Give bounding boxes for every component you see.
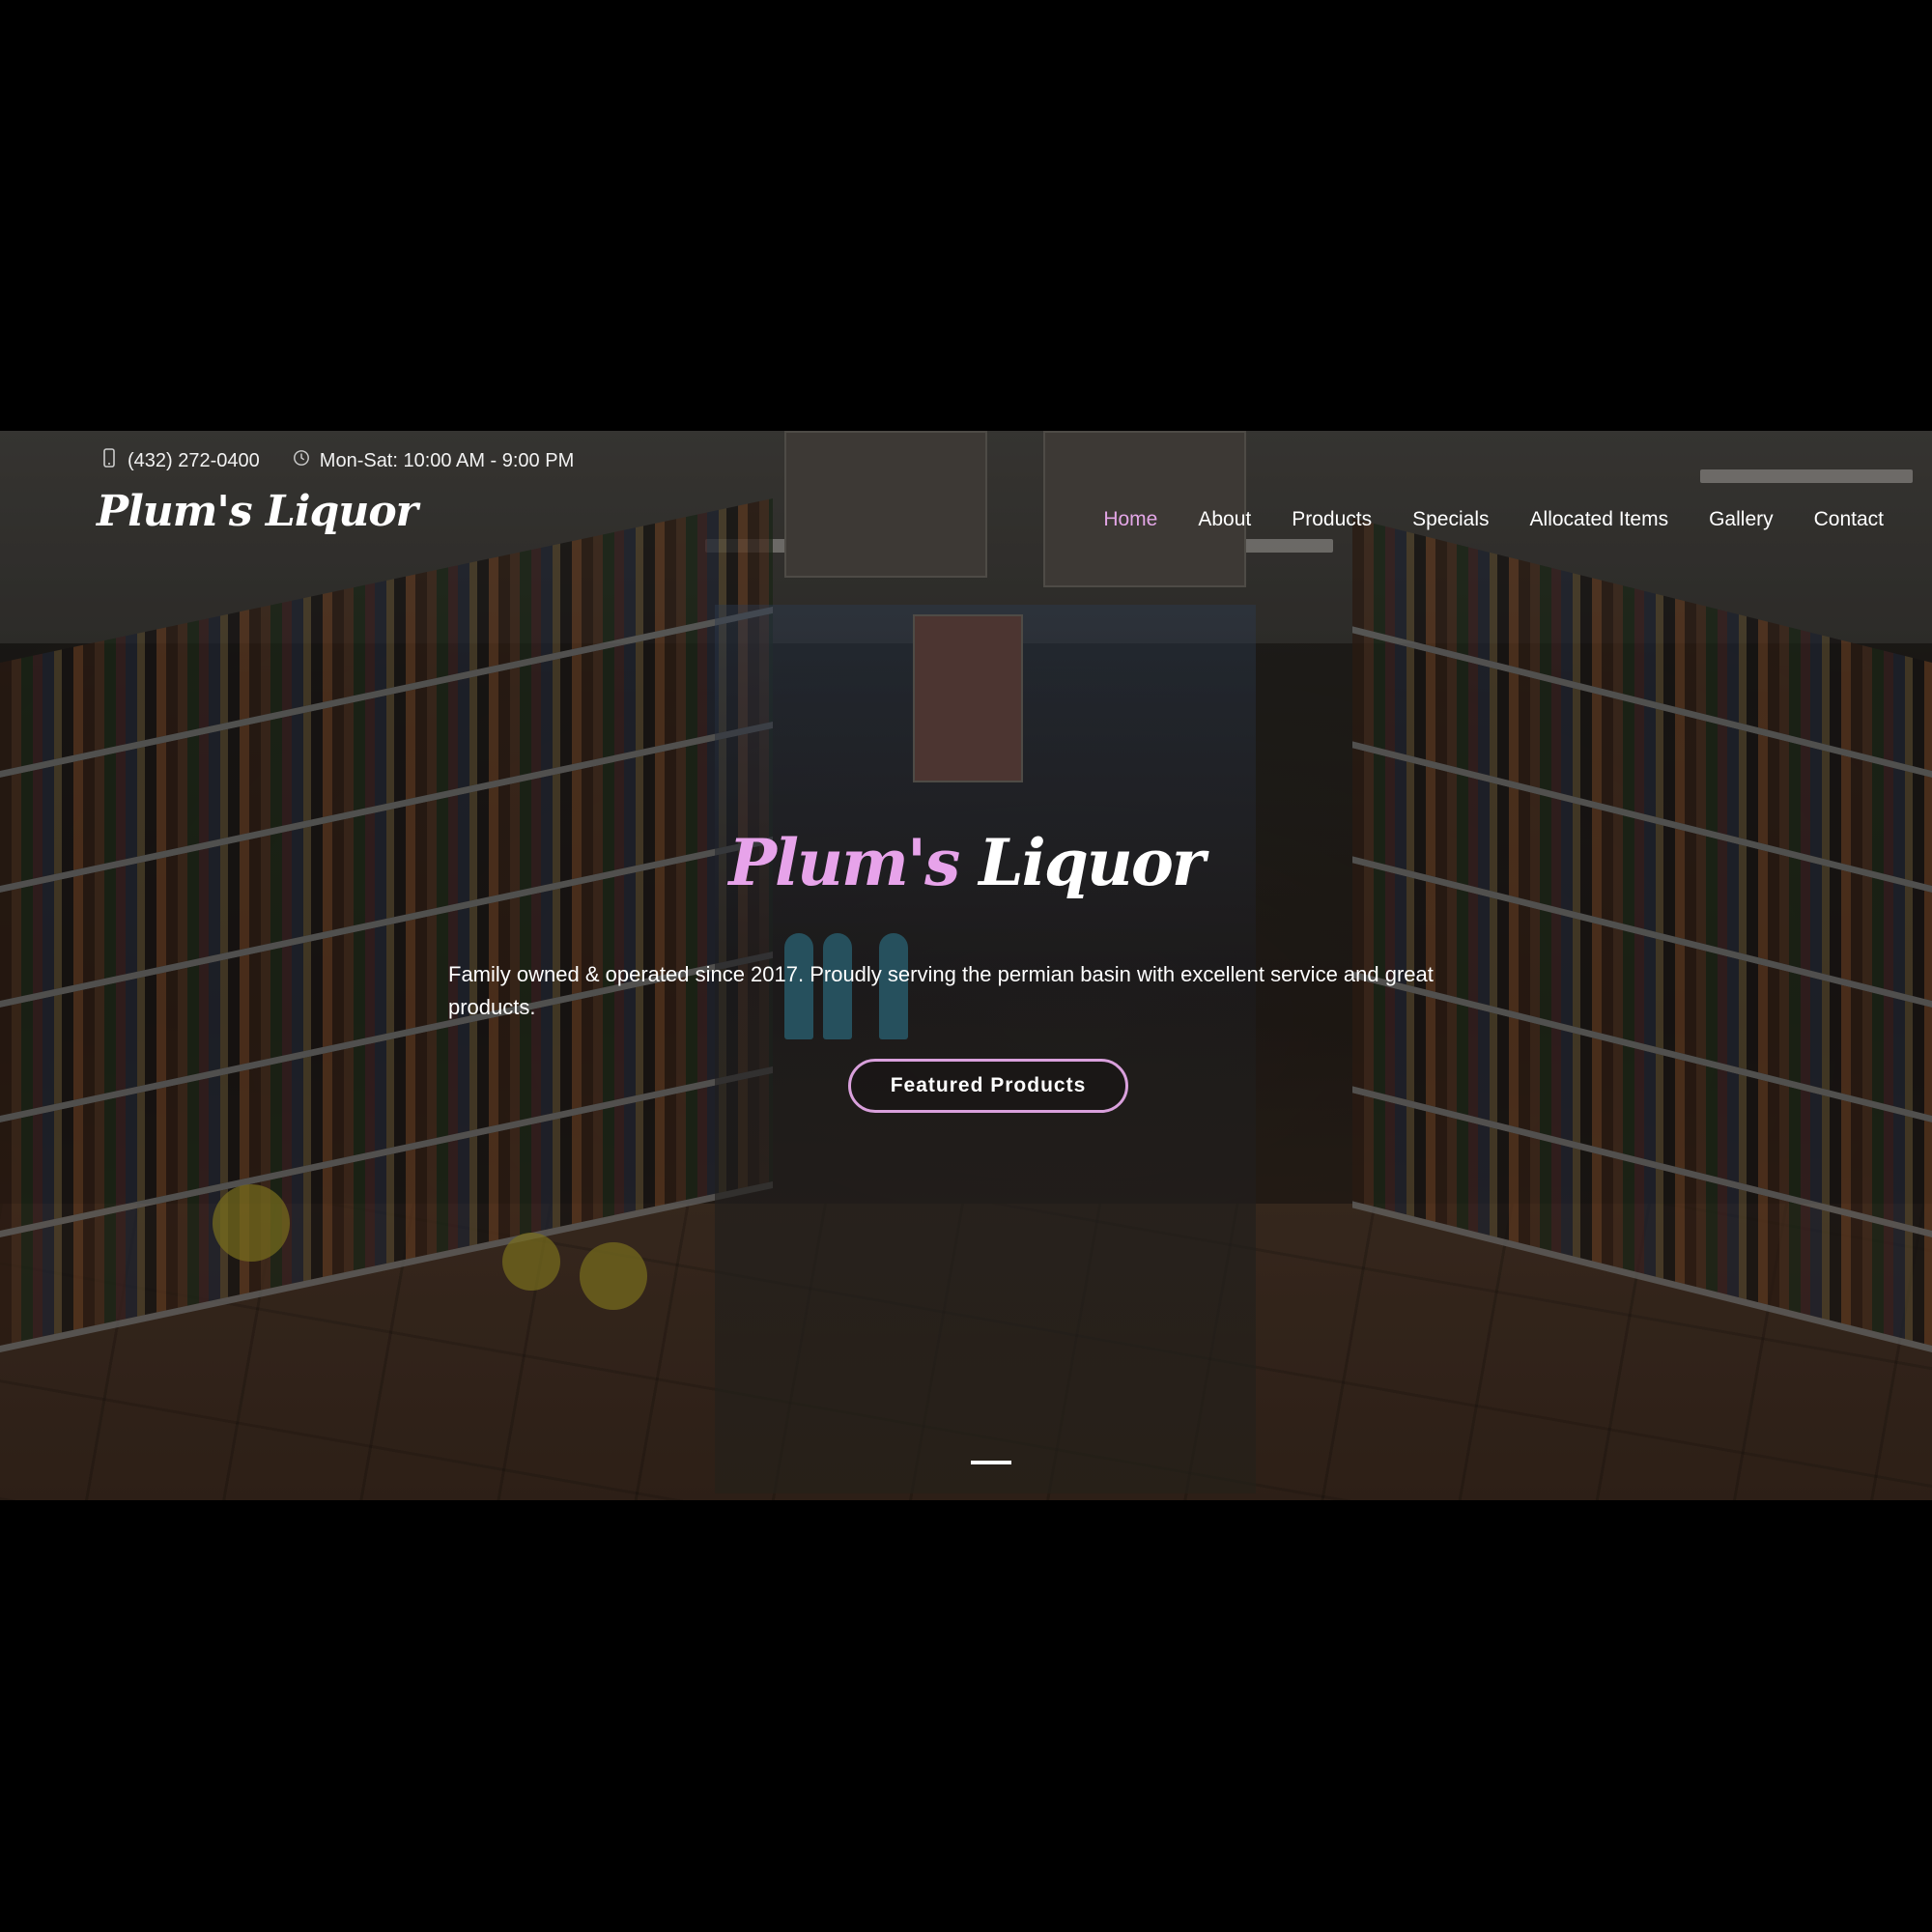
hero-title: Plum's Liquor <box>0 825 1932 900</box>
site-logo[interactable]: Plum's Liquor <box>97 487 418 536</box>
nav-products[interactable]: Products <box>1292 508 1372 531</box>
nav-about[interactable]: About <box>1198 508 1251 531</box>
nav-contact[interactable]: Contact <box>1814 508 1884 531</box>
store-hours: Mon-Sat: 10:00 AM - 9:00 PM <box>319 449 575 471</box>
hours-info: Mon-Sat: 10:00 AM - 9:00 PM <box>293 448 574 473</box>
hero-section: (432) 272-0400 Mon-Sat: 10:00 AM - 9:00 … <box>0 431 1932 1500</box>
top-info-bar: (432) 272-0400 Mon-Sat: 10:00 AM - 9:00 … <box>100 448 574 473</box>
hero-title-part2: Liquor <box>979 825 1205 900</box>
main-nav: Home About Products Specials Allocated I… <box>1103 508 1884 531</box>
nav-home[interactable]: Home <box>1103 508 1157 531</box>
slider-indicator[interactable] <box>971 1461 1011 1464</box>
hero-title-part1: Plum's <box>728 825 960 900</box>
phone-info[interactable]: (432) 272-0400 <box>100 448 260 473</box>
clock-icon <box>293 448 310 473</box>
phone-number[interactable]: (432) 272-0400 <box>128 450 260 472</box>
nav-gallery[interactable]: Gallery <box>1709 508 1774 531</box>
nav-allocated-items[interactable]: Allocated Items <box>1530 508 1669 531</box>
hero-tagline: Family owned & operated since 2017. Prou… <box>448 962 1434 1019</box>
mobile-phone-icon <box>100 448 118 473</box>
featured-products-button[interactable]: Featured Products <box>848 1059 1128 1113</box>
nav-specials[interactable]: Specials <box>1412 508 1489 531</box>
